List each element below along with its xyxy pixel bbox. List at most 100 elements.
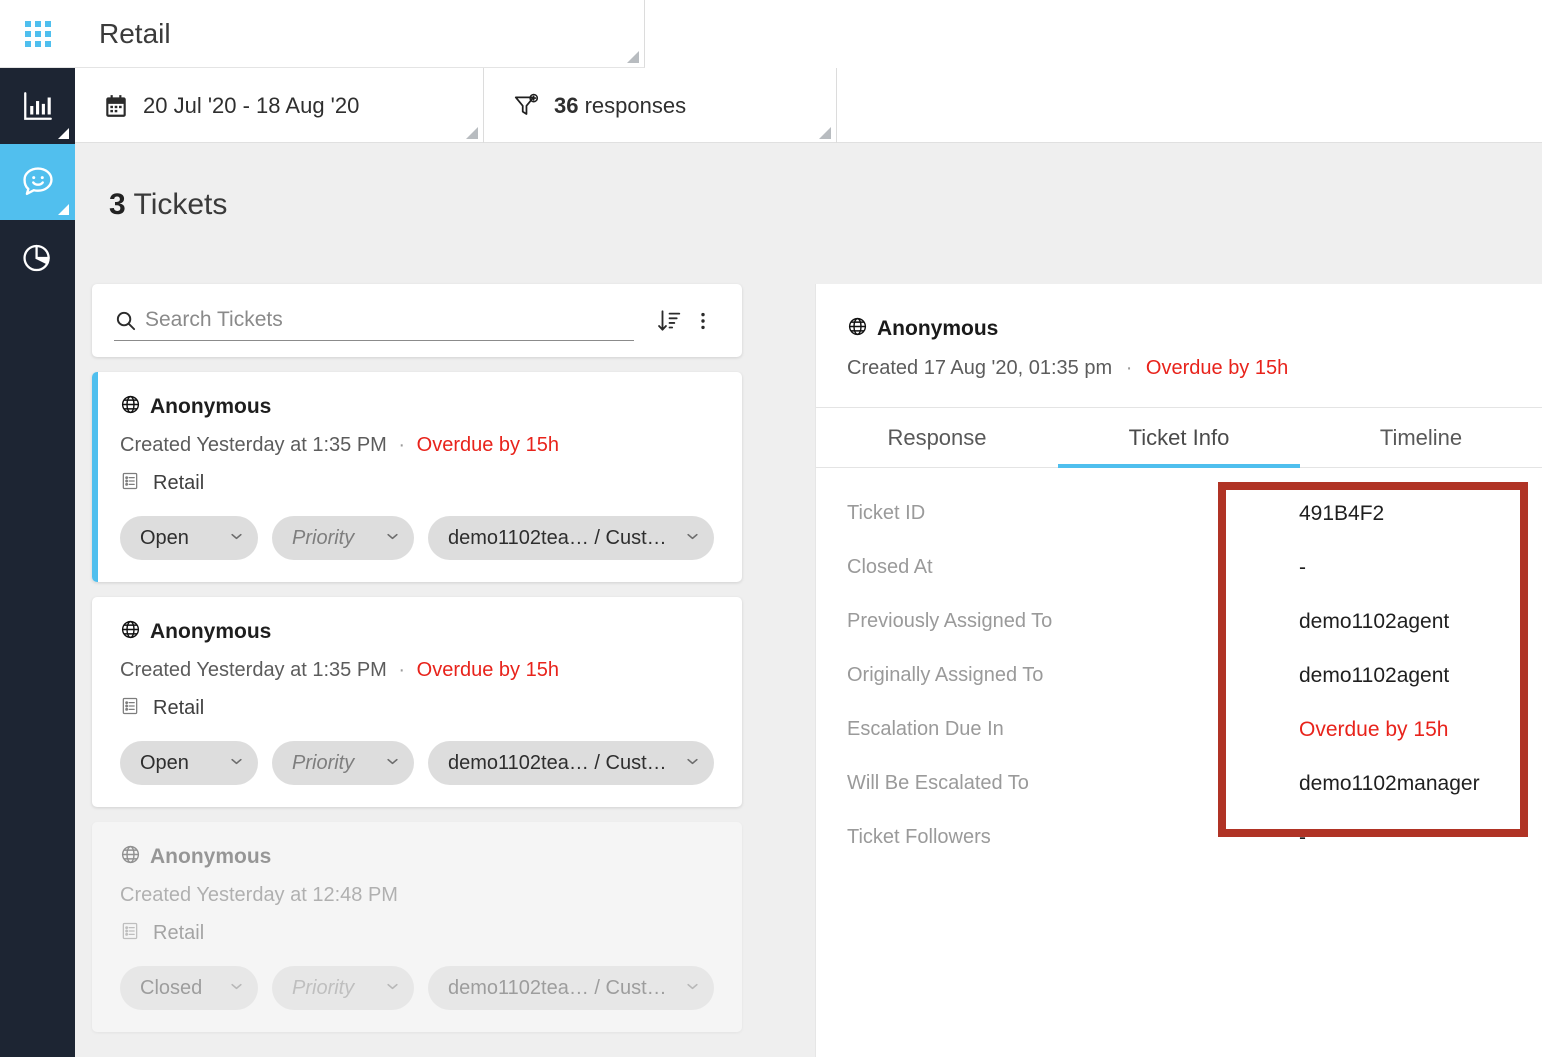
sidebar-item-dashboard[interactable] [0,68,75,144]
assignee-dropdown[interactable]: demo1102tea… / Cust… [428,741,714,785]
sidebar-item-reports[interactable] [0,220,75,296]
priority-value: Priority [292,526,355,549]
chevron-down-icon [385,527,400,550]
info-row: Will Be Escalated To demo1102manager [816,772,1542,826]
info-label: Ticket Followers [847,826,991,848]
separator: · [1125,357,1133,379]
sort-descending-icon[interactable] [652,308,686,334]
ticket-detail-panel: Anonymous Created 17 Aug '20, 01:35 pm ·… [815,284,1542,1057]
filter-bar: 20 Jul '20 - 18 Aug '20 36 responses [75,68,1542,143]
app-launcher-button[interactable] [0,0,75,68]
more-vertical-icon[interactable] [686,310,720,332]
page-title-cell[interactable]: Retail [75,0,645,68]
search-icon [114,309,137,332]
info-value: - [1299,556,1306,579]
ticket-meta-row: Created Yesterday at 1:35 PM · Overdue b… [120,659,718,682]
pie-chart-icon [21,241,55,275]
globe-icon [120,844,141,870]
separator: · [398,434,406,456]
date-range-filter[interactable]: 20 Jul '20 - 18 Aug '20 [75,68,484,143]
detail-meta-row: Created 17 Aug '20, 01:35 pm · Overdue b… [847,357,1542,407]
tab-response[interactable]: Response [816,408,1058,467]
ticket-category: Retail [153,922,205,944]
ticket-category-row: Retail [120,471,718,496]
ticket-category: Retail [153,697,205,719]
ticket-category: Retail [153,472,205,494]
priority-dropdown[interactable]: Priority [272,516,414,560]
ticket-card[interactable]: Anonymous Created Yesterday at 1:35 PM ·… [92,372,742,582]
resize-corner-icon[interactable] [627,51,639,63]
ticket-card[interactable]: Anonymous Created Yesterday at 12:48 PM [92,822,742,1032]
tab-ticket-info[interactable]: Ticket Info [1058,408,1300,468]
responses-count: 36 [554,92,579,118]
globe-icon [120,394,141,420]
info-row: Ticket ID 491B4F2 [816,502,1542,556]
search-field-wrap[interactable] [114,301,634,341]
chat-smiley-icon [19,163,57,201]
detail-author: Anonymous [877,317,999,340]
assignee-dropdown[interactable]: demo1102tea… / Cust… [428,966,714,1010]
bar-chart-icon [21,89,55,123]
info-row: Originally Assigned To demo1102agent [816,664,1542,718]
status-value: Open [140,751,189,774]
responses-word: responses [584,92,687,118]
status-dropdown[interactable]: Closed [120,966,258,1010]
grid-apps-icon [24,20,51,47]
info-label: Ticket ID [847,502,926,524]
top-bar: Retail [75,0,1542,68]
list-icon [120,696,140,721]
ticket-card[interactable]: Anonymous Created Yesterday at 1:35 PM ·… [92,597,742,807]
resize-corner-icon[interactable] [819,127,831,139]
assignee-dropdown[interactable]: demo1102tea… / Cust… [428,516,714,560]
assignee-value: demo1102tea… / Cust… [448,526,667,549]
sidebar-item-tickets[interactable] [0,144,75,220]
status-dropdown[interactable]: Open [120,741,258,785]
calendar-icon [103,93,129,119]
ticket-author: Anonymous [150,845,272,868]
page-title: Retail [99,17,171,49]
tickets-count-label: Tickets [133,188,228,221]
priority-value: Priority [292,751,355,774]
responses-label: 36 responses [554,93,686,119]
chevron-down-icon [685,752,700,775]
status-value: Closed [140,976,203,999]
info-label: Originally Assigned To [847,664,1044,686]
resize-corner-icon [58,204,69,215]
status-value: Open [140,526,189,549]
ticket-author: Anonymous [150,620,272,643]
date-range-label: 20 Jul '20 - 18 Aug '20 [143,92,360,118]
info-label: Escalation Due In [847,718,1004,740]
resize-corner-icon[interactable] [466,127,478,139]
info-value: demo1102agent [1299,664,1450,687]
tab-timeline[interactable]: Timeline [1300,408,1542,467]
info-label: Will Be Escalated To [847,772,1029,794]
responses-filter[interactable]: 36 responses [484,68,837,143]
priority-dropdown[interactable]: Priority [272,966,414,1010]
chevron-down-icon [229,752,244,775]
chevron-down-icon [685,527,700,550]
tab-label: Timeline [1379,424,1463,450]
search-input[interactable] [145,308,634,332]
ticket-list-column: Anonymous Created Yesterday at 1:35 PM ·… [92,284,742,1057]
list-icon [120,921,140,946]
ticket-overdue-badge: Overdue by 15h [416,659,559,681]
ticket-info-table: Ticket ID 491B4F2 Closed At - Previously… [816,468,1542,880]
tab-label: Response [887,424,987,450]
ticket-controls: Open Priority demo1102tea… / Cust… [120,741,718,785]
status-dropdown[interactable]: Open [120,516,258,560]
assignee-value: demo1102tea… / Cust… [448,976,667,999]
info-label: Closed At [847,556,933,578]
info-value: Overdue by 15h [1299,718,1449,741]
ticket-created: Created Yesterday at 12:48 PM [120,884,398,906]
ticket-created: Created Yesterday at 1:35 PM [120,434,387,456]
chevron-down-icon [385,752,400,775]
ticket-author-row: Anonymous [120,844,718,870]
ticket-meta-row: Created Yesterday at 12:48 PM [120,884,718,907]
detail-created: Created 17 Aug '20, 01:35 pm [847,357,1113,379]
ticket-author-row: Anonymous [120,619,718,645]
ticket-created: Created Yesterday at 1:35 PM [120,659,387,681]
priority-dropdown[interactable]: Priority [272,741,414,785]
globe-icon [847,316,868,342]
ticket-overdue-badge: Overdue by 15h [416,434,559,456]
resize-corner-icon [58,128,69,139]
